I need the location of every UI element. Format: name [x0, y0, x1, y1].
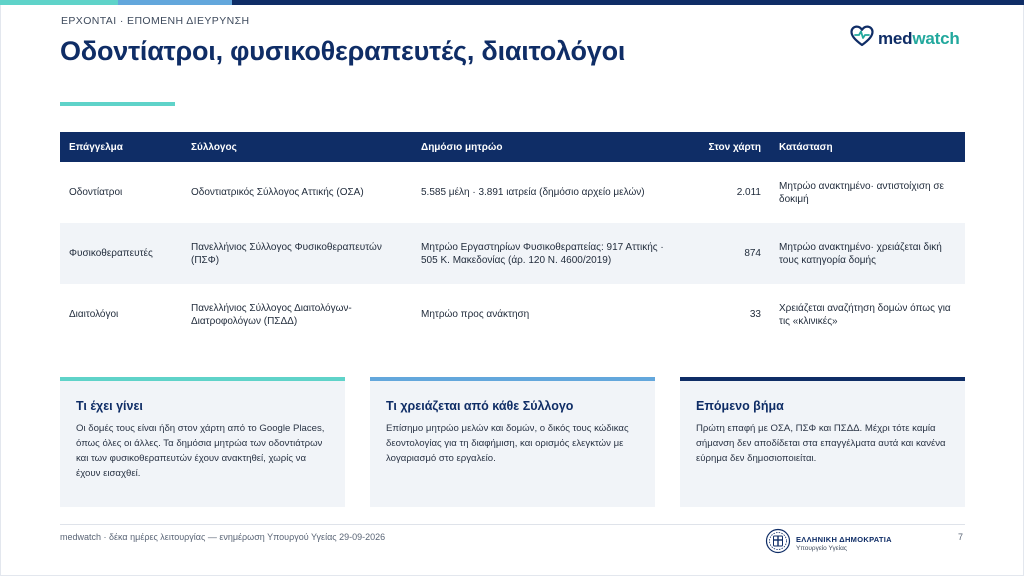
medwatch-logo: medwatch — [850, 25, 960, 52]
table-row: Διαιτολόγοι Πανελλήνιος Σύλλογος Διαιτολ… — [60, 284, 965, 345]
table-header-row: Επάγγελμα Σύλλογος Δημόσιο μητρώο Στον χ… — [60, 132, 965, 162]
cell-profession: Οδοντίατροι — [69, 187, 123, 198]
cell-registry: Μητρώο Εργαστηρίων Φυσικοθεραπείας: 917 … — [421, 241, 664, 266]
col-header-on-map: Στον χάρτη — [682, 132, 770, 162]
emblem-line2: Υπουργείο Υγείας — [796, 545, 847, 552]
col-header-registry: Δημόσιο μητρώο — [412, 132, 682, 162]
cell-status: Μητρώο ανακτημένο· χρειάζεται δική τους … — [779, 241, 942, 266]
card-what-needed: Τι χρειάζεται από κάθε Σύλλογο Επίσημο μ… — [370, 377, 655, 507]
cell-on-map: 33 — [749, 309, 761, 320]
cell-status: Μητρώο ανακτημένο· αντιστοίχιση σε δοκιμ… — [779, 180, 944, 205]
table-row: Φυσικοθεραπευτές Πανελλήνιος Σύλλογος Φυ… — [60, 223, 965, 284]
logo-wordmark-part1: med — [878, 28, 913, 48]
emblem-line1: ΕΛΛΗΝΙΚΗ ΔΗΜΟΚΡΑΤΙΑ — [796, 535, 892, 544]
cell-registry: Μητρώο προς ανάκτηση — [421, 309, 530, 320]
card-body: Πρώτη επαφή με ΟΣΑ, ΠΣΦ και ΠΣΔΔ. Μέχρι … — [696, 423, 946, 464]
cell-profession: Διαιτολόγοι — [69, 309, 119, 320]
cell-status: Χρειάζεται αναζήτηση δομών όπως για τις … — [779, 302, 951, 327]
card-body: Οι δομές τους είναι ήδη στον χάρτη από τ… — [76, 423, 325, 479]
card-what-done: Τι έχει γίνει Οι δομές τους είναι ήδη στ… — [60, 377, 345, 507]
logo-wordmark: medwatch — [878, 29, 960, 49]
footer-divider — [60, 524, 965, 525]
info-cards: Τι έχει γίνει Οι δομές τους είναι ήδη στ… — [60, 377, 965, 507]
government-emblem: ΕΛΛΗΝΙΚΗ ΔΗΜΟΚΡΑΤΙΑ Υπουργείο Υγείας — [765, 528, 892, 559]
cell-on-map: 874 — [744, 248, 761, 259]
logo-wordmark-part2: watch — [912, 28, 960, 48]
card-next-step: Επόμενο βήμα Πρώτη επαφή με ΟΣΑ, ΠΣΦ και… — [680, 377, 965, 507]
table-row: Οδοντίατροι Οδοντιατρικός Σύλλογος Αττικ… — [60, 162, 965, 223]
cell-on-map: 2.011 — [736, 187, 761, 198]
card-title: Τι έχει γίνει — [76, 399, 143, 413]
cell-profession: Φυσικοθεραπευτές — [69, 248, 153, 259]
card-title: Τι χρειάζεται από κάθε Σύλλογο — [386, 399, 574, 413]
cell-association: Οδοντιατρικός Σύλλογος Αττικής (ΟΣΑ) — [191, 187, 364, 198]
eyebrow-label: ΕΡΧΟΝΤΑΙ · ΕΠΟΜΕΝΗ ΔΙΕΥΡΥΝΣΗ — [61, 15, 250, 27]
col-header-profession: Επάγγελμα — [60, 132, 182, 162]
page-title: Οδοντίατροι, φυσικοθεραπευτές, διαιτολόγ… — [60, 36, 626, 66]
col-header-status: Κατάσταση — [770, 132, 965, 162]
professions-table: Επάγγελμα Σύλλογος Δημόσιο μητρώο Στον χ… — [60, 132, 965, 345]
page-number: 7 — [958, 532, 964, 542]
cell-association: Πανελλήνιος Σύλλογος Διαιτολόγων-Διατροφ… — [191, 302, 352, 327]
footer-text: medwatch · δέκα ημέρες λειτουργίας — ενη… — [60, 532, 386, 542]
title-underline — [60, 102, 175, 106]
greek-emblem-icon — [765, 528, 791, 559]
col-header-association: Σύλλογος — [182, 132, 412, 162]
card-body: Επίσημο μητρώο μελών και δομών, ο δικός … — [386, 423, 629, 464]
cell-association: Πανελλήνιος Σύλλογος Φυσικοθεραπευτών (Π… — [191, 241, 382, 266]
heart-pulse-icon — [850, 25, 874, 52]
cell-registry: 5.585 μέλη · 3.891 ιατρεία (δημόσιο αρχε… — [421, 187, 645, 198]
card-title: Επόμενο βήμα — [696, 399, 784, 413]
